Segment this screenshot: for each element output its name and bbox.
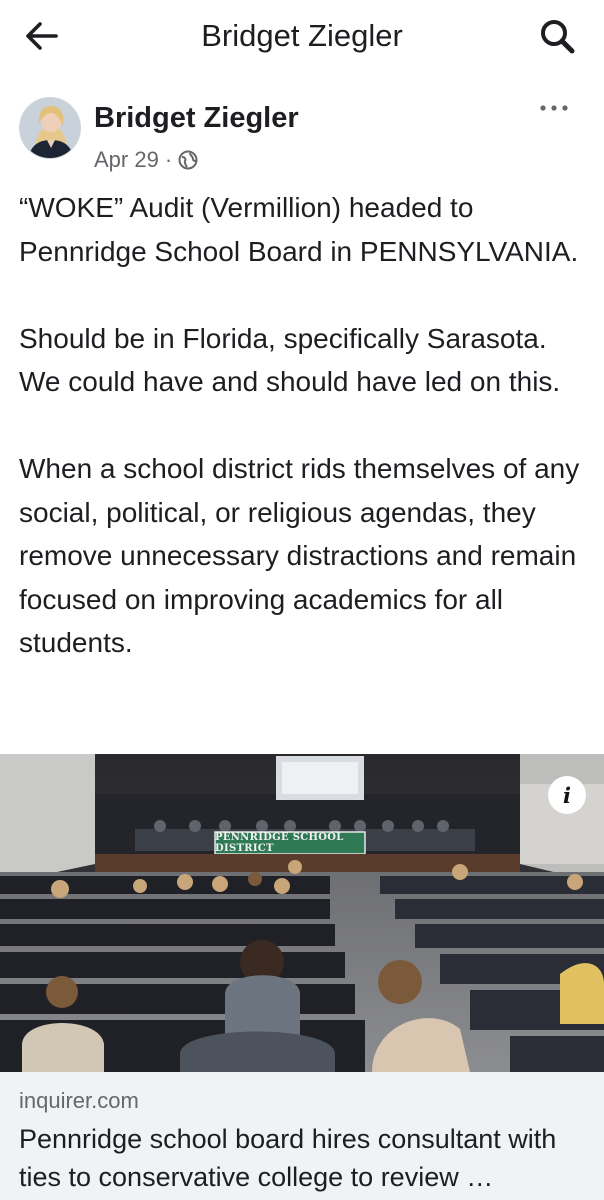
school-board-meeting-photo [0,754,604,1072]
search-button[interactable] [538,17,578,57]
post-meta: Apr 29 · [94,145,198,175]
globe-icon [178,150,198,170]
separator-dot: · [164,147,173,172]
post-date[interactable]: Apr 29 [94,145,159,175]
top-bar: Bridget Ziegler [0,0,604,72]
post-paragraph: “WOKE” Audit (Vermillion) headed to Penn… [19,192,579,267]
post-paragraph: Should be in Florida, specifically Saras… [19,322,561,398]
avatar[interactable] [19,97,81,159]
more-horizontal-icon [540,105,568,111]
page-title: Bridget Ziegler [201,18,403,53]
link-domain: inquirer.com [19,1088,139,1113]
post-paragraph: When a school district rids themselves o… [19,453,580,658]
banner-text: PENNRIDGE SCHOOL DISTRICT [215,832,344,854]
post-body: “WOKE” Audit (Vermillion) headed to Penn… [19,186,589,665]
post-author[interactable]: Bridget Ziegler [94,99,299,137]
info-button[interactable]: i [548,776,586,814]
search-icon [541,20,575,54]
more-options-button[interactable] [534,98,574,118]
link-preview-info[interactable]: inquirer.com Pennridge school board hire… [0,1072,604,1200]
link-preview-image[interactable]: PENNRIDGE SCHOOL DISTRICT i [0,754,604,1072]
profile-photo [20,98,80,158]
link-title[interactable]: Pennridge school board hires consultant … [19,1120,589,1196]
